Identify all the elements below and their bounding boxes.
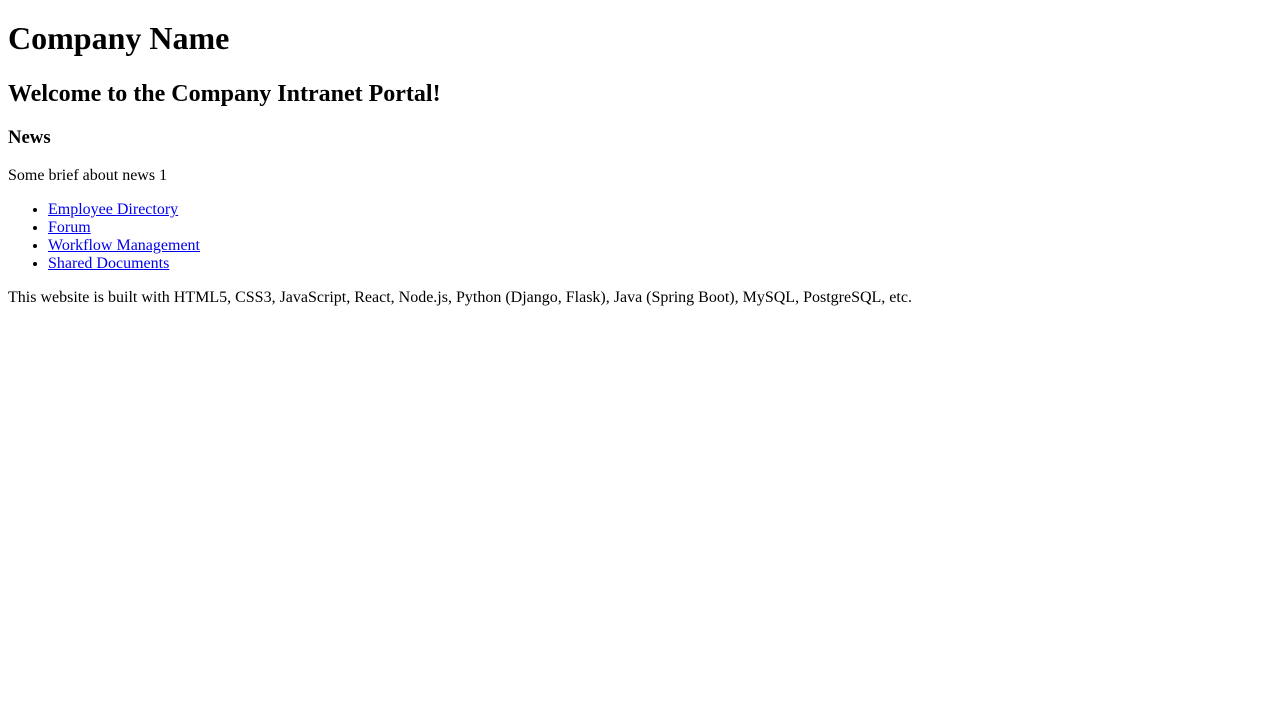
nav-list: Employee Directory Forum Workflow Manage… bbox=[8, 201, 200, 273]
nav-item-forum: Forum bbox=[48, 219, 200, 237]
welcome-heading: Welcome to the Company Intranet Portal! bbox=[8, 81, 441, 107]
shared-documents-link[interactable]: Shared Documents bbox=[48, 255, 169, 272]
employee-directory-link[interactable]: Employee Directory bbox=[48, 201, 178, 218]
forum-link[interactable]: Forum bbox=[48, 219, 91, 236]
news-brief: Some brief about news 1 bbox=[8, 167, 168, 184]
news-heading: News bbox=[8, 127, 51, 148]
nav-item-workflow-management: Workflow Management bbox=[48, 237, 200, 255]
nav-item-shared-documents: Shared Documents bbox=[48, 255, 200, 273]
footer-text: This website is built with HTML5, CSS3, … bbox=[8, 289, 912, 306]
workflow-management-link[interactable]: Workflow Management bbox=[48, 237, 200, 254]
site-title: Company Name bbox=[8, 20, 230, 56]
nav-item-employee-directory: Employee Directory bbox=[48, 201, 200, 219]
page: Company Name Welcome to the Company Intr… bbox=[0, 0, 1280, 720]
